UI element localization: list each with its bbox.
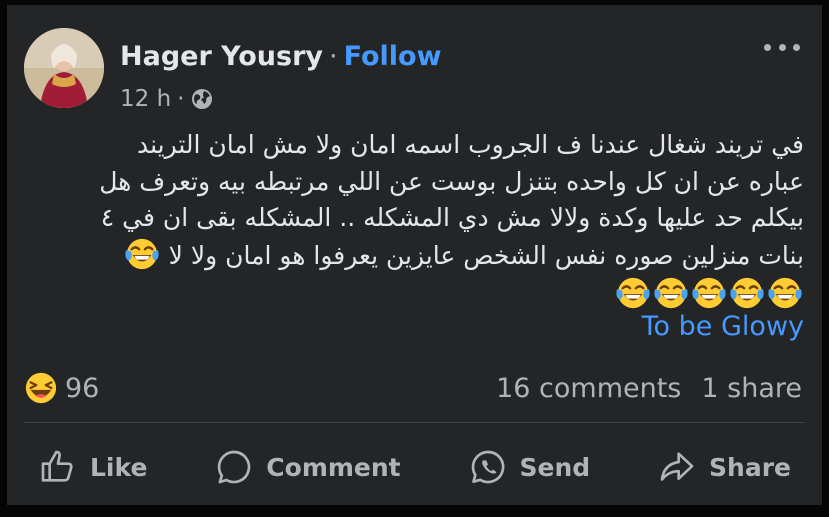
engagement-counts: 16 comments 1 share — [496, 368, 802, 408]
thumbs-up-icon — [41, 450, 73, 482]
whatsapp-icon — [471, 450, 504, 484]
more-options-icon[interactable] — [764, 35, 800, 59]
comments-count[interactable]: 16 comments — [496, 373, 681, 404]
tears-of-joy-emoji — [692, 276, 726, 310]
comment-button[interactable]: Comment — [200, 443, 414, 491]
follow-button[interactable]: Follow — [344, 41, 442, 72]
author-name[interactable]: Hager Yousry — [120, 41, 323, 72]
reaction-count: 96 — [65, 372, 100, 404]
globe-icon[interactable] — [190, 87, 214, 111]
action-bar: Like Comment Send Share — [24, 439, 805, 495]
post-card: Hager Yousry · Follow 12 h · في تريند شغ… — [7, 5, 822, 505]
post-meta: 12 h · — [120, 83, 214, 115]
shares-count[interactable]: 1 share — [701, 373, 802, 404]
comment-icon — [218, 450, 251, 484]
post-line: في تريند شغال عندنا ف الجروب اسمه امان و… — [136, 130, 804, 159]
send-label: Send — [519, 452, 591, 482]
send-button[interactable]: Send — [454, 443, 605, 491]
tears-of-joy-emoji — [654, 276, 688, 310]
share-label: Share — [709, 452, 791, 482]
share-arrow-icon — [660, 452, 694, 481]
divider — [24, 422, 805, 423]
share-button[interactable]: Share — [643, 443, 805, 491]
tears-of-joy-emoji — [125, 237, 159, 271]
meta-separator: · — [177, 86, 185, 112]
reactions-summary[interactable]: 96 — [24, 368, 99, 408]
haha-reaction-icon — [25, 372, 57, 404]
like-button[interactable]: Like — [24, 443, 161, 491]
post-time[interactable]: 12 h — [120, 86, 171, 112]
post-line: عباره عن ان كل واحده بتنزل بوست عن اللي … — [99, 166, 804, 196]
post-line: بنات منزلين صوره نفس الشخص عايزين يعرفوا… — [168, 240, 804, 270]
post-line: بيكلم حد عليها وكدة ولالا مش دي المشكله … — [100, 203, 804, 232]
post-header: Hager Yousry · Follow — [120, 38, 442, 74]
tears-of-joy-emoji — [730, 276, 764, 310]
group-link[interactable]: To be Glowy — [642, 311, 804, 342]
post-line-with-emoji: بنات منزلين صوره نفس الشخص عايزين يعرفوا… — [29, 237, 804, 275]
emoji-row — [29, 276, 804, 314]
comment-label: Comment — [266, 452, 401, 482]
avatar[interactable] — [24, 28, 104, 108]
tears-of-joy-emoji — [768, 276, 802, 310]
separator: · — [329, 40, 338, 72]
tears-of-joy-emoji — [616, 276, 650, 310]
post-body: في تريند شغال عندنا ف الجروب اسمه امان و… — [29, 127, 804, 314]
like-label: Like — [90, 452, 148, 482]
